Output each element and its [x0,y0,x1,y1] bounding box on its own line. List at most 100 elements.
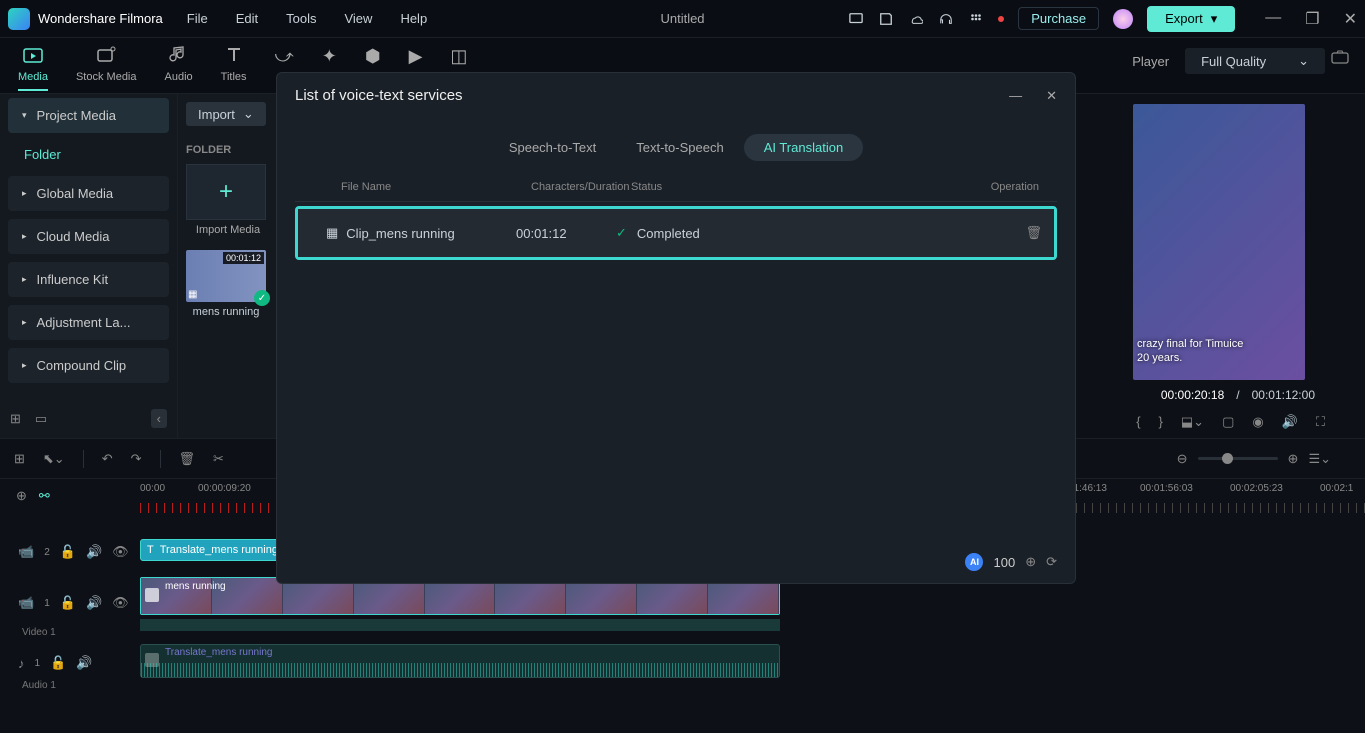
cut-icon[interactable]: ✂ [213,451,224,467]
sidebar-adjustment-layer[interactable]: ▸Adjustment La... [8,305,169,340]
menu-file[interactable]: File [187,11,208,26]
user-avatar[interactable] [1113,9,1133,29]
stock-icon [96,46,116,69]
sidebar-compound-clip[interactable]: ▸Compound Clip [8,348,169,383]
mute-icon[interactable]: 🔊 [76,655,92,671]
folder-icon[interactable]: ▭ [35,411,47,427]
tab-titles[interactable]: Titles [211,44,257,93]
menu-view[interactable]: View [344,11,372,26]
delete-button[interactable]: 🗑 [1025,225,1042,240]
cc-icon: ▦ [188,289,197,300]
headphones-icon[interactable] [938,11,954,27]
zoom-slider[interactable] [1198,457,1278,460]
camera-icon[interactable]: ◉ [1252,414,1263,430]
tab-text-to-speech[interactable]: Text-to-Speech [616,134,743,161]
mute-icon[interactable]: 🔊 [86,544,102,560]
menu-edit[interactable]: Edit [236,11,258,26]
bracket-open-icon[interactable]: { [1136,414,1140,430]
bracket-close-icon[interactable]: } [1159,414,1163,430]
tab-media[interactable]: Media [8,44,58,93]
marker-icon[interactable]: ⬓⌄ [1181,414,1204,430]
minimize-button[interactable]: — [1265,9,1281,29]
undo-icon[interactable]: ↶ [102,451,113,467]
chevron-down-icon: ⌄ [1298,53,1309,69]
add-track-icon[interactable]: ⊕ [16,488,27,504]
tab-audio[interactable]: Audio [155,44,203,93]
export-button[interactable]: Export▾ [1147,6,1235,32]
close-button[interactable]: ✕ [1344,9,1357,29]
check-icon: ✓ [616,225,627,241]
ai-badge-icon: AI [965,553,983,571]
lock-icon[interactable]: 🔓 [60,595,76,611]
redo-icon[interactable]: ↷ [131,451,142,467]
minimize-button[interactable]: — [1009,88,1022,104]
lock-icon[interactable]: 🔓 [50,655,66,671]
volume-icon[interactable]: 🔊 [1282,414,1298,430]
table-header: File Name Characters/Duration Status Ope… [295,173,1057,202]
media-panel: Import⌄ FOLDER + Import Media 00:01:12 ▦… [178,94,278,438]
tab-speech-to-text[interactable]: Speech-to-Text [489,134,616,161]
delete-icon[interactable]: 🗑 [179,451,196,467]
video-track-icon[interactable]: 📹 [18,544,34,560]
play-icon [145,588,159,602]
import-dropdown[interactable]: Import⌄ [186,102,266,126]
sidebar-project-media[interactable]: ▾ Project Media [8,98,169,133]
maximize-button[interactable]: ❐ [1305,9,1319,29]
voice-text-services-modal: List of voice-text services — ✕ Speech-t… [276,72,1076,584]
current-time: 00:00:20:18 [1161,388,1224,402]
credit-count: 100 [993,555,1015,570]
video-track-icon[interactable]: 📹 [18,595,34,611]
import-media-tile[interactable]: + [186,164,266,220]
close-button[interactable]: ✕ [1046,88,1057,104]
caption-line-1: crazy final for Timuice [1137,338,1243,350]
cloud-icon[interactable] [908,11,924,27]
menu-help[interactable]: Help [400,11,427,26]
snapshot-icon[interactable] [1331,50,1349,67]
sidebar-global-media[interactable]: ▸Global Media [8,176,169,211]
eye-icon[interactable]: 👁 [112,595,129,611]
fullscreen-icon[interactable]: ⛶ [1316,414,1325,430]
eye-icon[interactable]: 👁 [112,544,129,560]
document-title: Untitled [660,11,704,26]
apps-icon[interactable] [968,11,984,27]
title-bar: Wondershare Filmora File Edit Tools View… [0,0,1365,38]
zoom-out-icon[interactable]: ⊖ [1177,451,1188,467]
split-icon: ◫ [450,46,467,67]
link-icon[interactable]: ⚯ [39,488,50,504]
audio-clip[interactable]: Translate_mens running [140,644,780,678]
media-clip-item[interactable]: 00:01:12 ▦ ✓ mens running [186,250,266,318]
tab-ai-translation[interactable]: AI Translation [744,134,864,161]
zoom-in-icon[interactable]: ⊕ [1288,451,1299,467]
text-icon: T [147,544,154,556]
media-icon [23,46,43,69]
monitor-icon[interactable] [848,11,864,27]
sidebar-influence-kit[interactable]: ▸Influence Kit [8,262,169,297]
table-row[interactable]: ▦ Clip_mens running 00:01:12 ✓ Completed… [298,209,1054,257]
mute-icon[interactable]: 🔊 [86,595,102,611]
audio-wave [140,619,780,631]
new-folder-icon[interactable]: ⊞ [10,411,21,427]
import-media-label: Import Media [186,224,270,236]
tab-stock-media[interactable]: Stock Media [66,44,147,93]
purchase-button[interactable]: Purchase [1018,7,1099,30]
lock-icon[interactable]: 🔓 [60,544,76,560]
add-icon[interactable]: ⊕ [1025,554,1036,570]
check-icon: ✓ [254,290,270,306]
grid-icon[interactable]: ⊞ [14,451,25,467]
save-icon[interactable] [878,11,894,27]
video-preview[interactable]: crazy final for Timuice 20 years. [1133,104,1305,380]
refresh-icon[interactable]: ⟳ [1046,554,1057,570]
collapse-icon[interactable]: ‹ [151,409,167,428]
display-icon[interactable]: ▢ [1222,414,1234,430]
layout-icon[interactable]: ☰⌄ [1308,451,1331,467]
cursor-icon[interactable]: ⬉⌄ [43,451,65,467]
audio-track-icon[interactable]: ♪ [18,656,25,671]
chevron-down-icon: ▾ [1211,11,1218,27]
folder-item[interactable]: Folder [0,137,177,172]
chevron-down-icon: ▾ [22,110,27,121]
quality-dropdown[interactable]: Full Quality ⌄ [1185,48,1325,74]
menu-tools[interactable]: Tools [286,11,316,26]
transitions-icon: ⤻ [275,46,294,67]
sidebar-cloud-media[interactable]: ▸Cloud Media [8,219,169,254]
modal-title: List of voice-text services [295,87,463,104]
